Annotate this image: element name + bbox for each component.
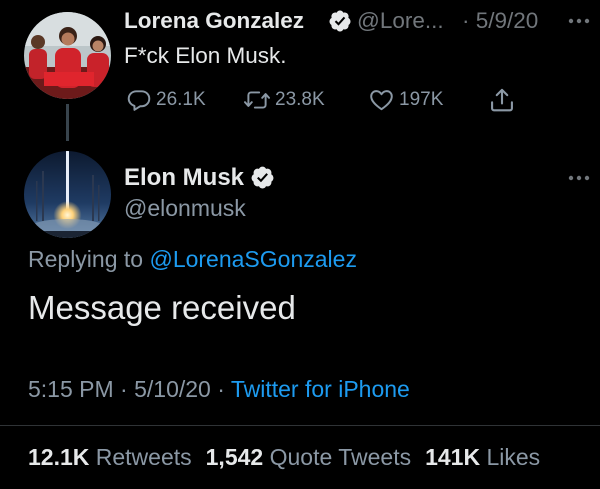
tweet-timestamp[interactable]: 5:15 PM · 5/10/20 · (28, 376, 231, 402)
tweet-metadata: 5:15 PM · 5/10/20 · Twitter for iPhone (28, 376, 410, 403)
parent-author-handle[interactable]: @Lore... (357, 8, 444, 34)
like-count: 197K (399, 89, 444, 110)
quote-tweets-label: Quote Tweets (269, 444, 412, 470)
main-tweet-avatar[interactable] (24, 151, 111, 238)
group-photo-avatar-icon (24, 12, 111, 99)
reply-button[interactable]: 26.1K (126, 86, 206, 114)
tweet-source-link[interactable]: Twitter for iPhone (231, 376, 410, 402)
main-author-handle[interactable]: @elonmusk (124, 195, 246, 222)
rocket-launch-avatar-icon (24, 151, 111, 238)
main-tweet-text: Message received (28, 289, 296, 326)
retweet-button[interactable]: 23.8K (243, 86, 325, 114)
retweet-count: 23.8K (275, 89, 325, 110)
replying-to-line: Replying to @LorenaSGonzalez (28, 246, 357, 273)
share-button[interactable] (488, 86, 520, 114)
parent-author-name[interactable]: Lorena Gonzalez (124, 8, 304, 34)
retweets-stat[interactable]: 12.1K Retweets (28, 444, 192, 470)
quote-tweets-stat[interactable]: 1,542 Quote Tweets (206, 444, 411, 470)
likes-stat[interactable]: 141K Likes (425, 444, 540, 470)
parent-tweet-avatar[interactable] (24, 12, 111, 99)
likes-value: 141K (425, 444, 481, 470)
quote-tweets-value: 1,542 (205, 444, 264, 470)
share-icon (491, 88, 513, 112)
retweet-icon (243, 91, 271, 109)
parent-tweet-date[interactable]: · 5/9/20 (462, 8, 538, 34)
like-button[interactable]: 197K (368, 86, 443, 114)
verified-badge-icon (329, 10, 351, 32)
verified-badge-icon (251, 166, 274, 189)
parent-tweet-text: F*ck Elon Musk. (124, 43, 287, 68)
retweets-label: Retweets (95, 444, 192, 470)
replying-to-link[interactable]: @LorenaSGonzalez (149, 246, 356, 272)
tweet-stats: 12.1K Retweets 1,542 Quote Tweets 141K Lik… (28, 444, 540, 471)
thread-connector-line (66, 104, 69, 141)
likes-label: Likes (486, 444, 541, 470)
retweets-value: 12.1K (28, 444, 90, 470)
replying-to-prefix: Replying to (28, 246, 150, 272)
reply-count: 26.1K (156, 89, 206, 110)
reply-icon (127, 90, 151, 111)
more-options-icon[interactable] (566, 168, 592, 188)
stats-divider (0, 425, 600, 426)
main-author-name[interactable]: Elon Musk (124, 164, 244, 192)
heart-icon (370, 90, 393, 111)
more-options-icon[interactable] (566, 11, 592, 31)
